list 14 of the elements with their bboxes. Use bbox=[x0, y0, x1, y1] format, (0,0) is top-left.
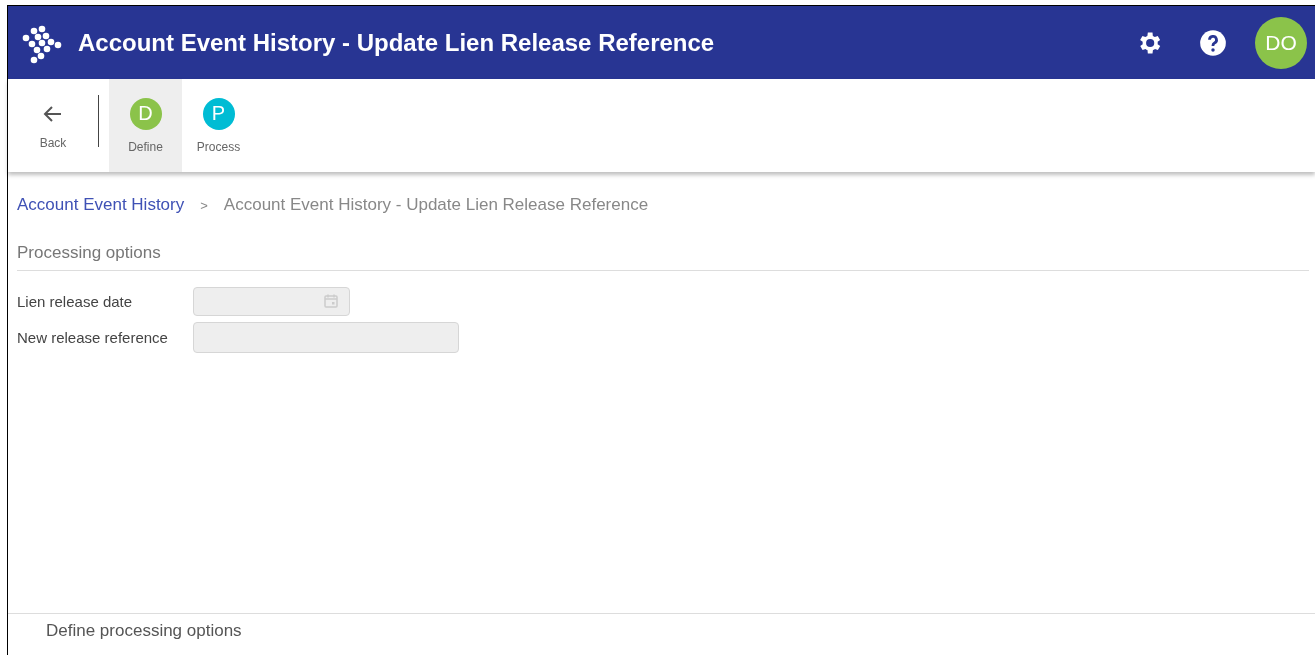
step-tab[interactable]: D Define bbox=[109, 79, 182, 172]
step-tab[interactable]: P Process bbox=[182, 79, 255, 172]
back-button[interactable]: Back bbox=[8, 79, 98, 172]
page-title: Account Event History - Update Lien Release Reference bbox=[78, 28, 716, 57]
field-label: Lien release date bbox=[17, 292, 134, 310]
breadcrumb-separator: > bbox=[200, 197, 208, 213]
breadcrumb-link[interactable]: Account Event History bbox=[17, 195, 185, 215]
field-label: New release reference bbox=[17, 328, 169, 346]
step-badge: D bbox=[129, 97, 162, 130]
help-icon[interactable] bbox=[1199, 28, 1227, 57]
section-heading: Processing options bbox=[17, 243, 1309, 271]
step-badge: P bbox=[202, 97, 235, 130]
breadcrumb-current: Account Event History - Update Lien Release Reference bbox=[223, 195, 649, 215]
status-text: Define processing options bbox=[46, 621, 242, 640]
